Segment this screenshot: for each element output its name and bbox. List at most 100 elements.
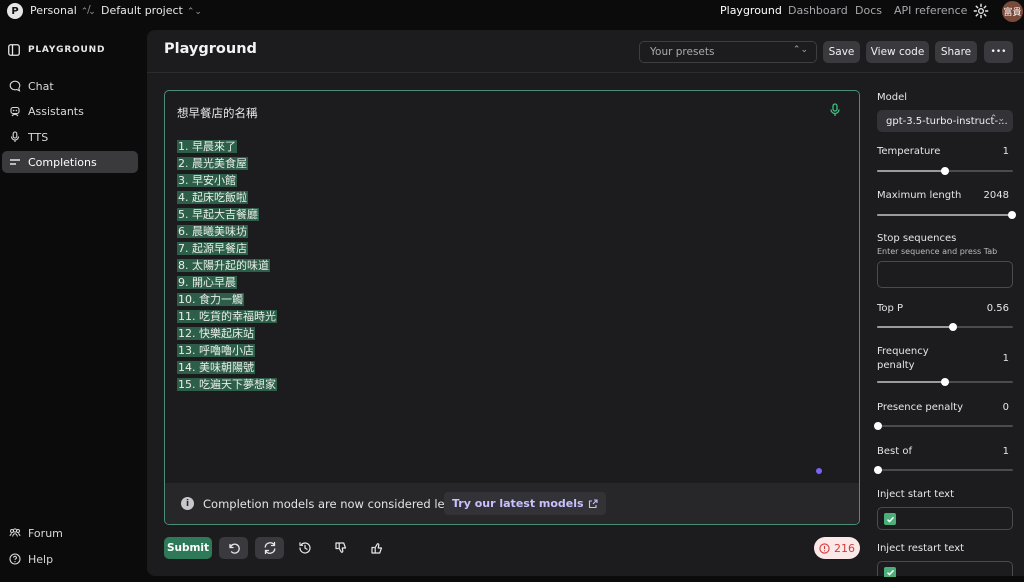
completion-line: 5. 早起大吉餐廳 [177, 206, 277, 223]
completion-line: 10. 食力一觸 [177, 291, 277, 308]
slider-thumb[interactable] [1008, 211, 1016, 219]
completion-line: 11. 吃貨的幸福時光 [177, 308, 277, 325]
breadcrumb-separator: / [87, 3, 91, 16]
sidebar-title-label: PLAYGROUND [28, 45, 106, 55]
try-latest-models-label: Try our latest models [452, 497, 584, 510]
legacy-message: Completion models are now considered leg… [203, 497, 475, 511]
completion-editor[interactable]: 想早餐店的名稱 1. 早晨來了 2. 晨光美食屋 3. 早安小館 4. 起床吃飯啦 5.… [164, 90, 860, 525]
slider-fill [877, 326, 953, 328]
completion-line: 4. 起床吃飯啦 [177, 189, 277, 206]
sidebar-item-chat[interactable]: Chat [2, 75, 138, 97]
slider-thumb[interactable] [874, 466, 882, 474]
view-code-button[interactable]: View code [866, 41, 929, 63]
org-avatar[interactable]: P [7, 3, 23, 19]
top-p-slider[interactable] [877, 323, 1013, 331]
completion-line-text: 15. 吃遍天下夢想家 [177, 378, 277, 391]
inject-start-field[interactable] [877, 507, 1013, 530]
inject-restart-checkbox[interactable] [884, 567, 896, 577]
thumbs-up-button[interactable] [362, 537, 391, 559]
completions-icon [10, 159, 20, 165]
nav-link-dashboard[interactable]: Dashboard [788, 4, 848, 17]
temperature-value[interactable]: 1 [1003, 146, 1009, 157]
org-switcher[interactable]: Personal ⌃⌄ [30, 4, 96, 17]
max-length-value[interactable]: 2048 [984, 190, 1009, 201]
user-avatar[interactable]: 富貴 [1002, 1, 1023, 22]
token-count: 216 [834, 541, 855, 555]
regenerate-icon [264, 541, 275, 555]
header-divider [147, 72, 1024, 73]
sidebar-item-forum[interactable]: Forum [2, 522, 138, 544]
sidebar-item-assistants[interactable]: Assistants [2, 100, 138, 122]
completion-output: 1. 早晨來了 2. 晨光美食屋 3. 早安小館 4. 起床吃飯啦 5. 早起大吉餐廳 6… [177, 138, 277, 393]
alert-icon [819, 542, 830, 554]
nav-link-docs[interactable]: Docs [855, 4, 882, 17]
sidebar-item-label: Help [28, 552, 54, 566]
max-length-label: Maximum length [877, 190, 962, 201]
completion-line-text: 13. 呼嚕嚕小店 [177, 344, 255, 357]
completion-line: 13. 呼嚕嚕小店 [177, 342, 277, 359]
completion-line-text: 8. 太陽升起的味道 [177, 259, 270, 272]
regenerate-button[interactable] [255, 537, 284, 559]
sidebar-item-help[interactable]: Help [2, 548, 138, 570]
gear-icon[interactable] [973, 3, 989, 19]
history-button[interactable] [290, 537, 319, 559]
undo-icon [228, 543, 240, 554]
slider-thumb[interactable] [874, 422, 882, 430]
project-name: Default project [101, 4, 183, 17]
slider-thumb[interactable] [949, 323, 957, 331]
microphone-icon[interactable] [829, 103, 841, 117]
checkmark-icon [886, 516, 894, 523]
thumbs-up-icon [370, 543, 382, 554]
thumbs-down-icon [334, 542, 346, 553]
completion-line-text: 12. 快樂起床站 [177, 327, 255, 340]
slider-thumb[interactable] [941, 167, 949, 175]
inject-restart-label: Inject restart text [877, 543, 965, 554]
presets-placeholder: Your presets [650, 46, 715, 58]
project-switcher[interactable]: Default project ⌃⌄ [101, 4, 202, 17]
temperature-slider[interactable] [877, 167, 1013, 175]
undo-button[interactable] [219, 537, 248, 559]
completion-line-text: 7. 起源早餐店 [177, 242, 248, 255]
save-button[interactable]: Save [823, 41, 860, 63]
completion-line: 2. 晨光美食屋 [177, 155, 277, 172]
stop-sequences-input[interactable] [877, 261, 1013, 288]
frequency-penalty-label: Frequency penalty [877, 345, 929, 373]
thumbs-down-button[interactable] [326, 537, 355, 559]
slider-thumb[interactable] [941, 378, 949, 386]
best-of-slider[interactable] [874, 466, 1013, 474]
nav-link-playground[interactable]: Playground [720, 4, 782, 17]
completion-line: 7. 起源早餐店 [177, 240, 277, 257]
info-icon: i [181, 497, 194, 510]
chat-bubble-icon [9, 80, 21, 92]
microphone-icon [10, 131, 20, 142]
more-options-button[interactable]: ••• [984, 41, 1013, 63]
cursor-indicator [816, 468, 822, 474]
model-select[interactable]: gpt-3.5-turbo-instruct-... ⌃⌄ [877, 110, 1013, 132]
history-icon [298, 542, 311, 554]
sidebar-toggle-icon[interactable] [8, 44, 20, 56]
slider-fill [877, 170, 945, 172]
presence-penalty-slider[interactable] [874, 422, 1013, 430]
sidebar-item-completions[interactable]: Completions [2, 151, 138, 173]
submit-button[interactable]: Submit [164, 537, 212, 559]
presence-penalty-value[interactable]: 0 [1003, 402, 1009, 413]
frequency-penalty-value[interactable]: 1 [1003, 353, 1009, 364]
presets-select[interactable]: Your presets ⌃⌄ [639, 41, 817, 63]
inject-restart-field[interactable] [877, 561, 1013, 577]
max-length-slider[interactable] [877, 211, 1016, 219]
top-p-value[interactable]: 0.56 [987, 303, 1009, 314]
inject-start-checkbox[interactable] [884, 513, 896, 525]
best-of-value[interactable]: 1 [1003, 446, 1009, 457]
stop-sequences-hint: Enter sequence and press Tab [877, 247, 998, 256]
completion-line: 12. 快樂起床站 [177, 325, 277, 342]
people-icon [9, 528, 21, 537]
share-button[interactable]: Share [935, 41, 977, 63]
top-bar: P Personal ⌃⌄ / Default project ⌃⌄ Playgro… [0, 0, 1024, 24]
nav-link-api-reference[interactable]: API reference [894, 4, 967, 17]
sidebar-item-tts[interactable]: TTS [2, 126, 138, 148]
try-latest-models-link[interactable]: Try our latest models [444, 492, 606, 515]
chevron-updown-icon: ⌃⌄ [792, 45, 808, 55]
completion-line: 1. 早晨來了 [177, 138, 277, 155]
frequency-penalty-slider[interactable] [877, 378, 1013, 386]
best-of-label: Best of [877, 446, 912, 457]
